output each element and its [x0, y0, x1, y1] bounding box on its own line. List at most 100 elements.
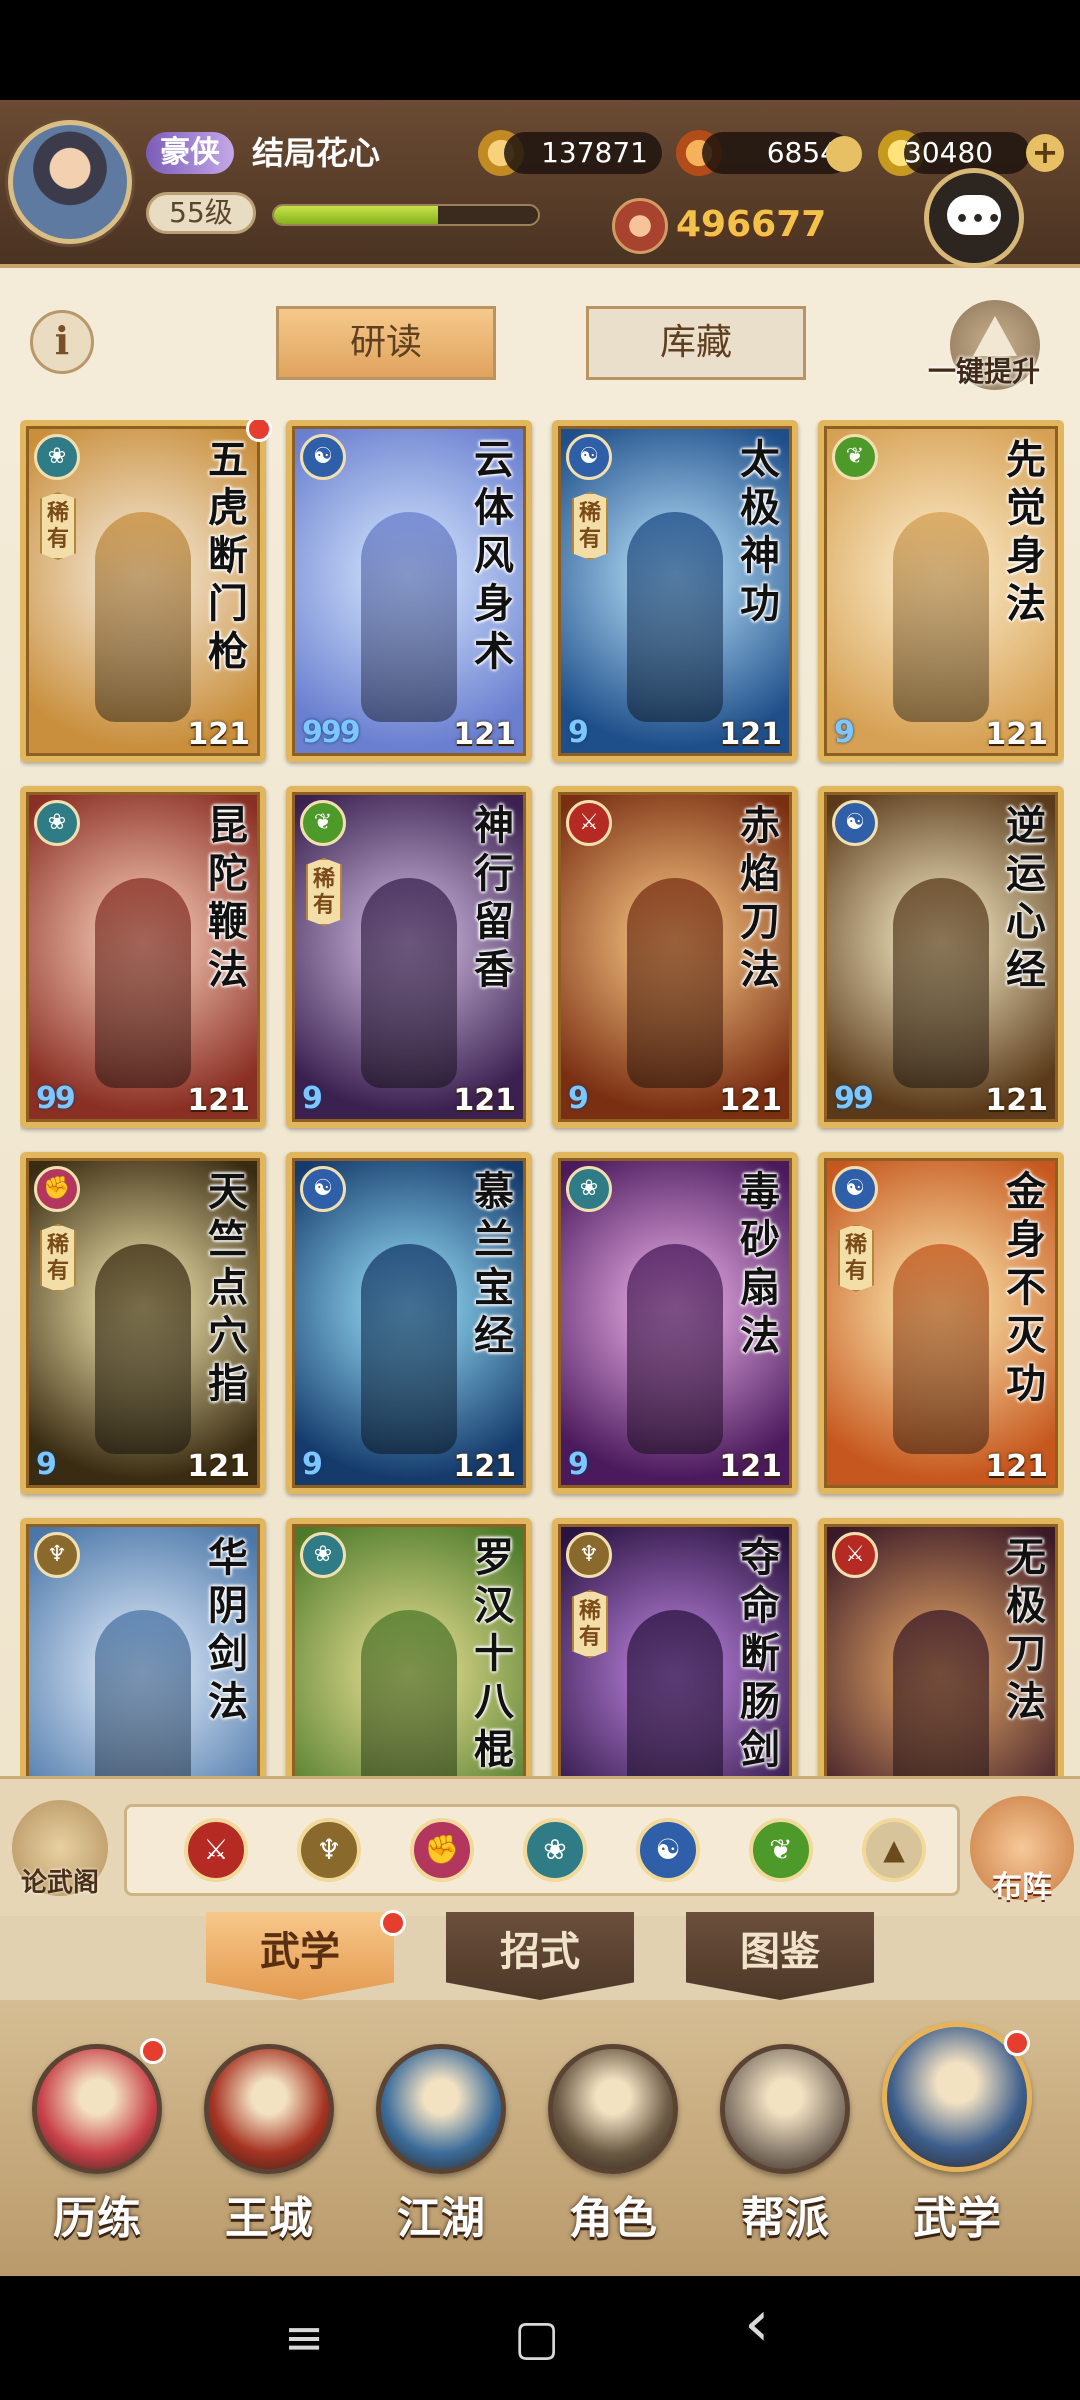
rank-badge: 豪侠 — [146, 132, 234, 174]
character-illustration — [361, 512, 457, 722]
nav-label: 历练 — [53, 2193, 141, 2244]
martial-art-card[interactable]: ❀ 稀有 五虎断门枪 121 — [20, 420, 266, 762]
rare-badge: 稀有 — [306, 858, 342, 926]
tab-zhaoshi[interactable]: 招式 — [446, 1912, 634, 2000]
nav-character[interactable]: 角色 — [528, 2044, 698, 2254]
rare-badge: 稀有 — [838, 1224, 874, 1292]
martial-art-card[interactable]: ❀ 罗汉十八棍 — [286, 1518, 532, 1776]
training-icon — [32, 2044, 162, 2174]
lotus-school-icon: ❀ — [34, 434, 80, 480]
level-pill: 55级 — [146, 192, 256, 234]
rare-badge: 稀有 — [40, 492, 76, 560]
card-level: 121 — [187, 1449, 250, 1484]
star-pips: 9 — [36, 1447, 57, 1482]
character-illustration — [95, 1244, 191, 1454]
rare-badge: 稀有 — [572, 492, 608, 560]
character-illustration — [627, 1244, 723, 1454]
card-level: 121 — [453, 1083, 516, 1118]
martial-art-card[interactable]: ☯ 云体风身术 999 121 — [286, 420, 532, 762]
taiji-school-icon[interactable]: ☯ — [636, 1818, 700, 1882]
leaf-school-icon[interactable]: ❦ — [749, 1818, 813, 1882]
nav-guild[interactable]: 帮派 — [700, 2044, 870, 2254]
avatar[interactable] — [8, 120, 132, 244]
blade-school-icon: ⚔ — [832, 1532, 878, 1578]
fist-school-icon: ✊ — [34, 1166, 80, 1212]
taiji-school-icon: ☯ — [300, 1166, 346, 1212]
character-illustration — [893, 512, 989, 722]
taiji-school-icon: ☯ — [832, 800, 878, 846]
card-title: 太极神功 — [740, 436, 780, 627]
card-title: 华阴剑法 — [208, 1534, 248, 1725]
card-title: 逆运心经 — [1006, 802, 1046, 993]
card-level: 121 — [719, 1449, 782, 1484]
martial-art-card[interactable]: ❦ 先觉身法 9 121 — [818, 420, 1064, 762]
martial-art-card[interactable]: ❦ 稀有 神行留香 9 121 — [286, 786, 532, 1128]
lotus-school-icon[interactable]: ❀ — [523, 1818, 587, 1882]
character-illustration — [95, 878, 191, 1088]
tab-library[interactable]: 库藏 — [586, 306, 806, 380]
martial-art-card[interactable]: ☯ 稀有 太极神功 9 121 — [552, 420, 798, 762]
card-level: 121 — [985, 717, 1048, 752]
system-navigation-bar: ≡ ▢ ‹ — [0, 2276, 1080, 2400]
tab-study[interactable]: 研读 — [276, 306, 496, 380]
character-illustration — [627, 512, 723, 722]
character-illustration — [361, 1244, 457, 1454]
card-title: 赤焰刀法 — [740, 802, 780, 993]
character-illustration — [627, 1610, 723, 1776]
martial-art-card[interactable]: ☯ 慕兰宝经 9 121 — [286, 1152, 532, 1494]
fist-school-icon[interactable]: ✊ — [410, 1818, 474, 1882]
nav-martial-arts[interactable]: 武学 — [872, 2022, 1042, 2254]
martial-art-card[interactable]: ✊ 稀有 天竺点穴指 9 121 — [20, 1152, 266, 1494]
home-icon[interactable]: ▢ — [514, 2312, 559, 2364]
school-glyph: ▲ — [883, 1833, 905, 1866]
martial-art-card[interactable]: ⚔ 无极刀法 — [818, 1518, 1064, 1776]
card-title: 无极刀法 — [1006, 1534, 1046, 1725]
sword-school-icon: ♆ — [566, 1532, 612, 1578]
leaf-school-icon: ❦ — [832, 434, 878, 480]
plus-icon[interactable]: + — [1026, 134, 1064, 172]
card-title: 罗汉十八棍 — [474, 1534, 514, 1773]
card-title: 云体风身术 — [474, 436, 514, 675]
formation-label: 布阵 — [992, 1870, 1052, 1905]
character-illustration — [893, 1610, 989, 1776]
character-icon — [548, 2044, 678, 2174]
info-button[interactable]: i — [30, 310, 94, 374]
martial-art-card[interactable]: ☯ 稀有 金身不灭功 121 — [818, 1152, 1064, 1494]
guild-icon — [720, 2044, 850, 2174]
martial-art-card[interactable]: ♆ 华阴剑法 — [20, 1518, 266, 1776]
star-pips: 9 — [568, 1447, 589, 1482]
tab-tujian[interactable]: 图鉴 — [686, 1912, 874, 2000]
card-title: 夺命断肠剑 — [740, 1534, 780, 1773]
chat-button[interactable]: ••• — [924, 168, 1024, 268]
school-glyph: ❦ — [769, 1833, 793, 1866]
card-notification-dot — [246, 420, 272, 442]
martial-art-card[interactable]: ❀ 毒砂扇法 9 121 — [552, 1152, 798, 1494]
card-title: 先觉身法 — [1006, 436, 1046, 627]
character-illustration — [95, 1610, 191, 1776]
nav-training[interactable]: 历练 — [12, 2038, 182, 2254]
tab-wuxue[interactable]: 武学 — [206, 1912, 394, 2000]
card-level: 121 — [453, 717, 516, 752]
status-bar — [0, 0, 1080, 100]
sword-school-icon[interactable]: ♆ — [297, 1818, 361, 1882]
card-level: 121 — [719, 717, 782, 752]
star-pips: 99 — [834, 1081, 874, 1116]
nav-jianghu[interactable]: 江湖 — [356, 2044, 526, 2254]
taiji-school-icon: ☯ — [300, 434, 346, 480]
jianghu-icon — [376, 2044, 506, 2174]
recent-apps-icon[interactable]: ≡ — [284, 2312, 324, 2364]
back-icon[interactable]: ‹ — [744, 2292, 770, 2356]
combat-power-value: 496677 — [676, 204, 827, 245]
martial-art-card[interactable]: ♆ 稀有 夺命断肠剑 — [552, 1518, 798, 1776]
jade-add-icon[interactable] — [826, 136, 862, 172]
all-schools-icon[interactable]: ▲ — [862, 1818, 926, 1882]
blade-school-icon[interactable]: ⚔ — [184, 1818, 248, 1882]
martial-art-card[interactable]: ☯ 逆运心经 99 121 — [818, 786, 1064, 1128]
card-title: 慕兰宝经 — [474, 1168, 514, 1359]
card-level: 121 — [985, 1083, 1048, 1118]
player-header: 豪侠 结局花心 55级 137871 6854 30480 + — [0, 100, 1080, 268]
nav-royal-city[interactable]: 王城 — [184, 2044, 354, 2254]
martial-art-card[interactable]: ❀ 昆陀鞭法 99 121 — [20, 786, 266, 1128]
martial-art-card[interactable]: ⚔ 赤焰刀法 9 121 — [552, 786, 798, 1128]
royal-city-icon — [204, 2044, 334, 2174]
